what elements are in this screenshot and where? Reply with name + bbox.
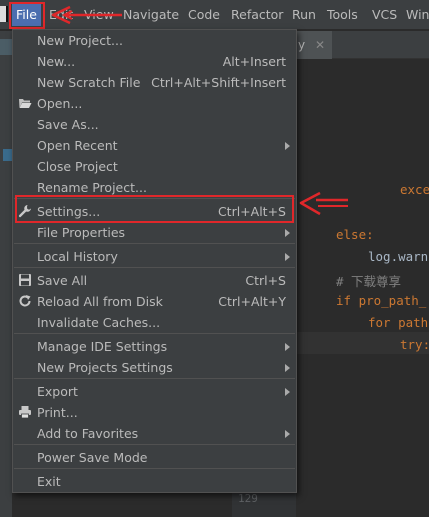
editor-tab[interactable]: y ✕ [296, 31, 332, 59]
line-number: 129 [238, 492, 258, 505]
menu-item-file-properties[interactable]: File Properties [13, 222, 296, 243]
menu-item-invalidate-caches[interactable]: Invalidate Caches... [13, 312, 296, 333]
floppy-icon [19, 274, 31, 286]
menu-item-label: New... [37, 54, 76, 69]
code-line: else: [336, 227, 374, 242]
wrench-icon [18, 205, 31, 218]
menu-item-new-scratch-file[interactable]: New Scratch File Ctrl+Alt+Shift+Insert [13, 72, 296, 93]
menu-item-label: Invalidate Caches... [37, 315, 161, 330]
submenu-arrow-icon [285, 388, 290, 396]
code-line: if pro_path_ [336, 293, 427, 308]
menu-item-close-project[interactable]: Close Project [13, 156, 296, 177]
menu-item-label: Print... [37, 405, 78, 420]
menu-separator [14, 378, 295, 379]
menu-item-label: New Scratch File [37, 75, 141, 90]
code-line: try: [400, 337, 429, 352]
project-tool-strip [0, 31, 12, 517]
reload-icon [19, 295, 31, 307]
menu-item-new-projects-settings[interactable]: New Projects Settings [13, 357, 296, 378]
menu-item-export[interactable]: Export [13, 381, 296, 402]
menu-separator [14, 444, 295, 445]
editor-tab-bar: y ✕ [296, 31, 429, 59]
menu-item-label: Manage IDE Settings [37, 339, 168, 354]
menu-item-label: Exit [37, 474, 61, 489]
menu-separator [14, 333, 295, 334]
menu-item-label: Open Recent [37, 138, 118, 153]
menu-item-save-all[interactable]: Save All Ctrl+S [13, 270, 296, 291]
code-line: exce [400, 182, 429, 197]
project-strip-marker-2 [3, 149, 12, 161]
code-line: log.warn [368, 249, 429, 264]
printer-icon [19, 406, 31, 419]
menu-item-new[interactable]: New... Alt+Insert [13, 51, 296, 72]
editor-tab-label: y [298, 38, 306, 52]
menu-item-manage-ide-settings[interactable]: Manage IDE Settings [13, 336, 296, 357]
folder-icon [19, 99, 32, 108]
menu-item-settings[interactable]: Settings... Ctrl+Alt+S [13, 201, 296, 222]
menu-separator [14, 243, 295, 244]
menu-edit[interactable]: Edit [49, 6, 73, 24]
app-icon [0, 6, 8, 22]
menu-code[interactable]: Code [188, 6, 220, 24]
menu-item-label: Reload All from Disk [37, 294, 163, 309]
menu-item-label: Save As... [37, 117, 99, 132]
tab-close-icon[interactable]: ✕ [315, 38, 325, 52]
menu-item-label: Local History [37, 249, 118, 264]
menu-item-power-save-mode[interactable]: Power Save Mode [13, 447, 296, 468]
project-strip-marker [0, 39, 12, 55]
menu-separator [14, 198, 295, 199]
menu-item-new-project[interactable]: New Project... [13, 30, 296, 51]
submenu-arrow-icon [285, 364, 290, 372]
submenu-arrow-icon [285, 430, 290, 438]
menu-item-label: File Properties [37, 225, 126, 240]
menu-tools[interactable]: Tools [327, 6, 358, 24]
menu-separator [14, 267, 295, 268]
menu-item-local-history[interactable]: Local History [13, 246, 296, 267]
menu-item-label: Power Save Mode [37, 450, 148, 465]
menu-item-shortcut: Ctrl+Alt+Y [218, 294, 286, 309]
menu-item-rename-project[interactable]: Rename Project... [13, 177, 296, 198]
menu-navigate[interactable]: Navigate [123, 6, 179, 24]
code-comment: # 下载尊享 [336, 274, 402, 289]
menu-item-label: Save All [37, 273, 88, 288]
menu-item-add-to-favorites[interactable]: Add to Favorites [13, 423, 296, 444]
menu-run[interactable]: Run [292, 6, 316, 24]
menu-item-shortcut: Ctrl+S [245, 273, 286, 288]
submenu-arrow-icon [285, 229, 290, 237]
menu-item-shortcut: Alt+Insert [222, 54, 286, 69]
menu-item-label: Settings... [37, 204, 101, 219]
menu-item-shortcut: Ctrl+Alt+S [217, 204, 286, 219]
menu-item-label: Export [37, 384, 78, 399]
menu-item-exit[interactable]: Exit [13, 471, 296, 492]
menu-item-label: Add to Favorites [37, 426, 139, 441]
menu-file[interactable]: File [12, 4, 41, 26]
code-line: for path [368, 315, 429, 330]
submenu-arrow-icon [285, 142, 290, 150]
submenu-arrow-icon [285, 343, 290, 351]
menu-item-print[interactable]: Print... [13, 402, 296, 423]
menu-view[interactable]: View [84, 6, 114, 24]
menu-item-label: Close Project [37, 159, 118, 174]
menu-item-label: Open... [37, 96, 83, 111]
main-menu-bar: File Edit View Navigate Code Refactor Ru… [0, 0, 429, 30]
file-menu-dropdown: New Project... New... Alt+Insert New Scr… [12, 29, 297, 493]
menu-item-label: New Project... [37, 33, 123, 48]
menu-refactor[interactable]: Refactor [231, 6, 283, 24]
menu-separator [14, 468, 295, 469]
menu-vcs[interactable]: VCS [372, 6, 397, 24]
menu-item-save-as[interactable]: Save As... [13, 114, 296, 135]
submenu-arrow-icon [285, 253, 290, 261]
menu-item-reload-all[interactable]: Reload All from Disk Ctrl+Alt+Y [13, 291, 296, 312]
menu-item-shortcut: Ctrl+Alt+Shift+Insert [151, 75, 286, 90]
menu-item-open[interactable]: Open... [13, 93, 296, 114]
menu-item-label: New Projects Settings [37, 360, 173, 375]
menu-window[interactable]: Win [406, 6, 429, 24]
menu-item-label: Rename Project... [37, 180, 147, 195]
menu-item-open-recent[interactable]: Open Recent [13, 135, 296, 156]
